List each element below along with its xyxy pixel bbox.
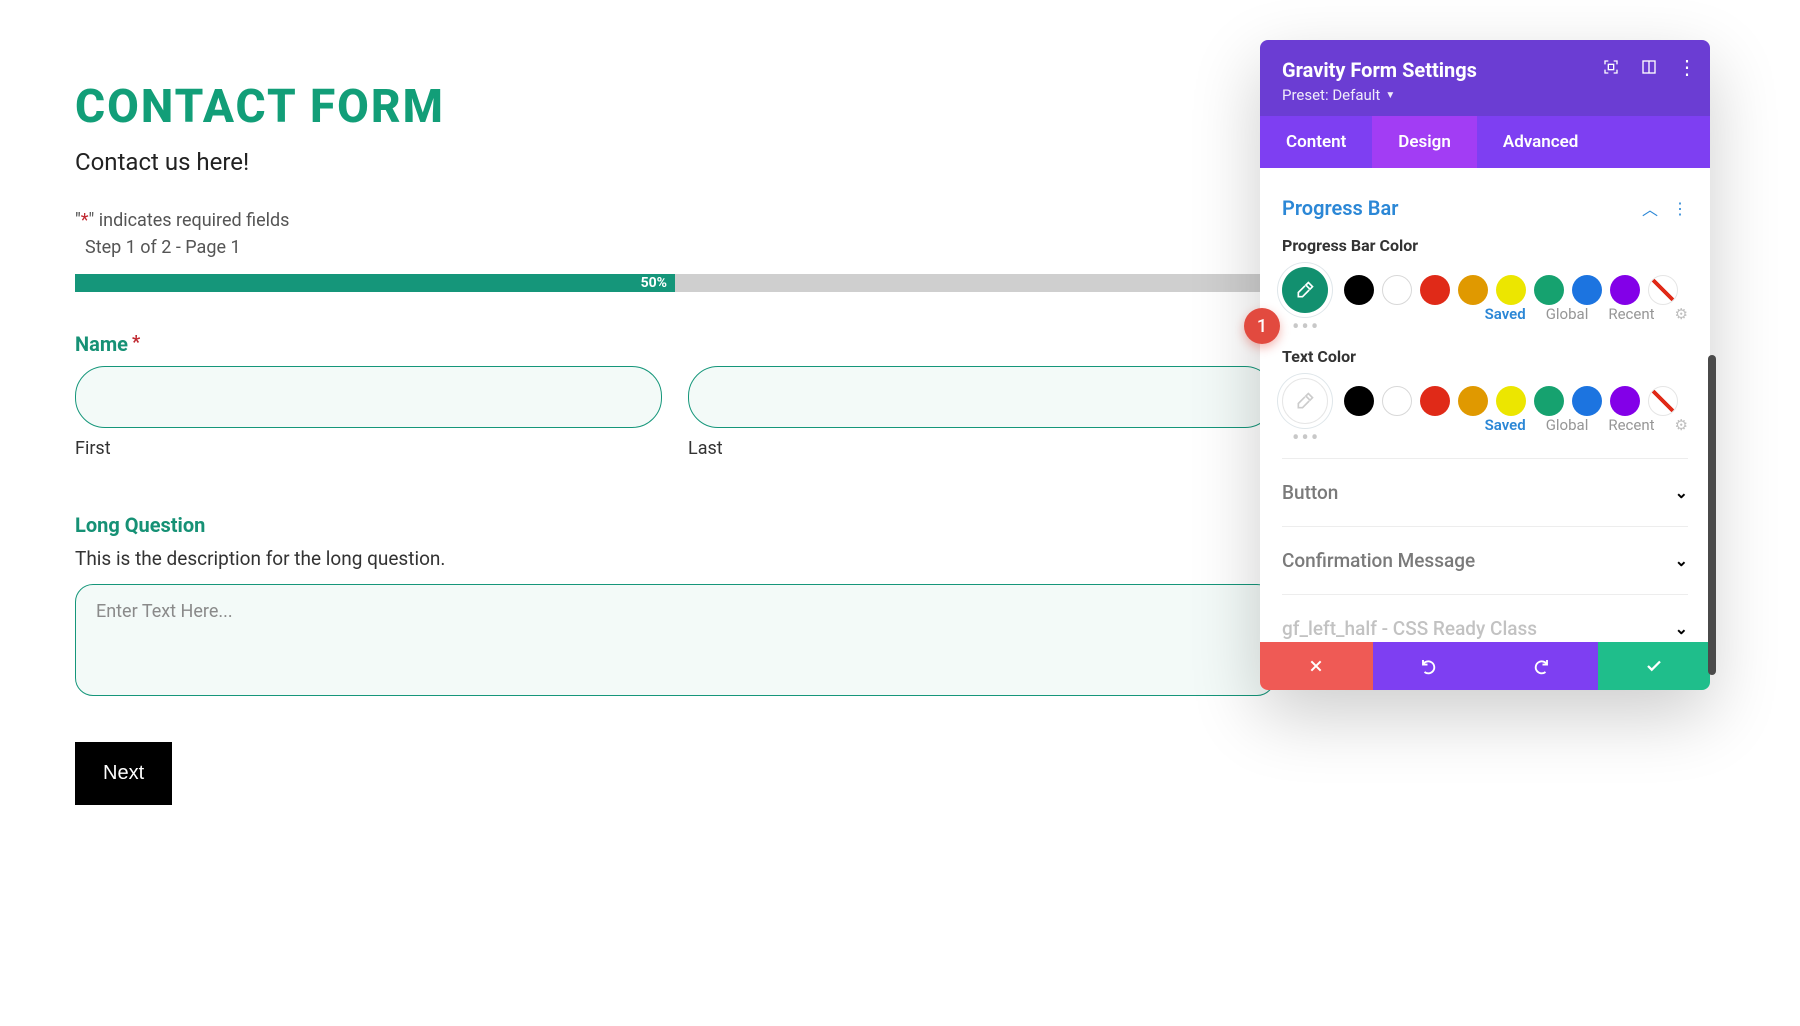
next-button[interactable]: Next [75, 742, 172, 805]
filter-saved[interactable]: Saved [1485, 416, 1526, 434]
long-question-input[interactable] [75, 584, 1275, 696]
settings-panel: Gravity Form Settings Preset: Default ▼ … [1260, 40, 1710, 690]
eyedropper-button[interactable] [1282, 378, 1328, 424]
drag-handle-icon[interactable]: ••• [1292, 323, 1320, 333]
color-swatch-green[interactable] [1534, 275, 1564, 305]
filter-recent[interactable]: Recent [1608, 305, 1654, 323]
progress-fill: 50% [75, 274, 675, 292]
last-name-input[interactable] [688, 366, 1275, 428]
color-swatch-green[interactable] [1534, 386, 1564, 416]
chevron-down-icon: ⌄ [1675, 551, 1688, 570]
layout-icon[interactable] [1640, 58, 1658, 76]
panel-preset[interactable]: Preset: Default ▼ [1282, 86, 1688, 104]
redo-button[interactable] [1485, 642, 1598, 690]
color-swatch-purple[interactable] [1610, 275, 1640, 305]
form-preview: CONTACT FORM Contact us here! "*" indica… [75, 80, 1275, 805]
filter-global[interactable]: Global [1546, 305, 1589, 323]
section-progress-bar-header[interactable]: Progress Bar ︿ ⋮ [1282, 184, 1688, 232]
progress-bar-color-label: Progress Bar Color [1282, 236, 1688, 255]
gear-icon[interactable]: ⚙ [1675, 416, 1688, 434]
eyedropper-button[interactable] [1282, 267, 1328, 313]
color-swatch-black[interactable] [1344, 386, 1374, 416]
more-icon[interactable]: ⋮ [1678, 58, 1696, 76]
color-swatch-red[interactable] [1420, 275, 1450, 305]
chevron-up-icon[interactable]: ︿ [1642, 196, 1658, 220]
first-name-sublabel: First [75, 438, 662, 459]
color-swatch-none[interactable] [1648, 275, 1678, 305]
annotation-badge-1: 1 [1244, 308, 1280, 344]
panel-header: Gravity Form Settings Preset: Default ▼ … [1260, 40, 1710, 116]
text-color-label: Text Color [1282, 347, 1688, 366]
color-swatch-yellow[interactable] [1496, 386, 1526, 416]
section-title: Progress Bar [1282, 196, 1398, 220]
color-swatch-white[interactable] [1382, 386, 1412, 416]
filter-saved[interactable]: Saved [1485, 305, 1526, 323]
name-field-label: Name* [75, 332, 1275, 356]
color-swatch-orange[interactable] [1458, 386, 1488, 416]
filter-recent[interactable]: Recent [1608, 416, 1654, 434]
progress-percent: 50% [641, 275, 667, 291]
scrollbar[interactable] [1708, 355, 1716, 675]
palette-filters: Saved Global Recent ⚙ [1485, 416, 1688, 440]
color-swatch-orange[interactable] [1458, 275, 1488, 305]
color-swatch-red[interactable] [1420, 386, 1450, 416]
tab-design[interactable]: Design [1372, 116, 1477, 168]
required-note: "*" indicates required fields [75, 210, 1275, 231]
step-indicator: Step 1 of 2 - Page 1 [85, 237, 1275, 258]
color-swatch-purple[interactable] [1610, 386, 1640, 416]
gear-icon[interactable]: ⚙ [1675, 305, 1688, 323]
color-swatch-black[interactable] [1344, 275, 1374, 305]
first-name-input[interactable] [75, 366, 662, 428]
drag-handle-icon[interactable]: ••• [1292, 434, 1320, 444]
chevron-down-icon: ⌄ [1675, 619, 1688, 638]
long-question-desc: This is the description for the long que… [75, 547, 1275, 570]
expand-icon[interactable] [1602, 58, 1620, 76]
section-confirmation[interactable]: Confirmation Message ⌄ [1282, 526, 1688, 594]
tab-advanced[interactable]: Advanced [1477, 116, 1605, 168]
palette-filters: Saved Global Recent ⚙ [1485, 305, 1688, 329]
caret-down-icon: ▼ [1385, 90, 1395, 101]
progress-bar: 50% [75, 274, 1275, 292]
chevron-down-icon: ⌄ [1675, 483, 1688, 502]
cancel-button[interactable] [1260, 642, 1373, 690]
form-subtitle: Contact us here! [75, 148, 1275, 176]
form-title: CONTACT FORM [75, 80, 1275, 134]
undo-button[interactable] [1373, 642, 1486, 690]
color-swatch-none[interactable] [1648, 386, 1678, 416]
color-swatch-blue[interactable] [1572, 386, 1602, 416]
confirm-button[interactable] [1598, 642, 1711, 690]
long-question-label: Long Question [75, 513, 1275, 537]
last-name-sublabel: Last [688, 438, 1275, 459]
color-swatch-blue[interactable] [1572, 275, 1602, 305]
section-more-icon[interactable]: ⋮ [1672, 199, 1688, 218]
tabs: Content Design Advanced [1260, 116, 1710, 168]
tab-content[interactable]: Content [1260, 116, 1372, 168]
section-button[interactable]: Button ⌄ [1282, 458, 1688, 526]
color-swatch-yellow[interactable] [1496, 275, 1526, 305]
color-swatch-white[interactable] [1382, 275, 1412, 305]
panel-footer [1260, 642, 1710, 690]
filter-global[interactable]: Global [1546, 416, 1589, 434]
section-css-class[interactable]: gf_left_half - CSS Ready Class ⌄ [1282, 594, 1688, 642]
